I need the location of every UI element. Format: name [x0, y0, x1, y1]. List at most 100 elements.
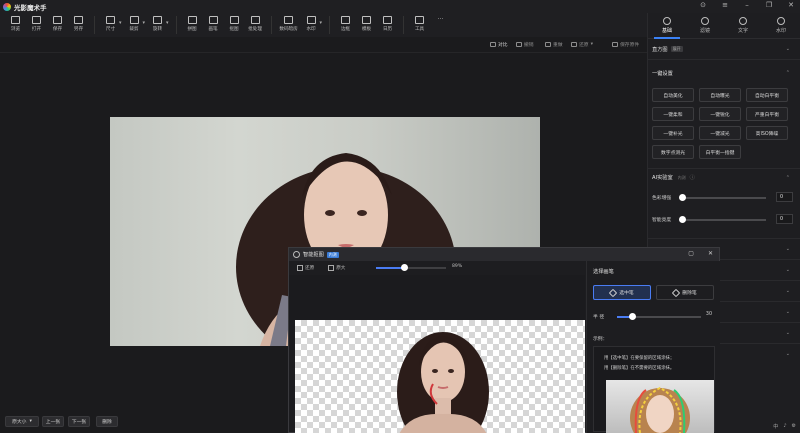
toolbar-divider	[403, 16, 405, 34]
toolbar-browse-button[interactable]: 浏览	[6, 13, 25, 35]
histogram-row[interactable]: 直方图 展开 ⌄	[648, 39, 800, 60]
toolbar-calendar-button[interactable]: 日历	[378, 13, 397, 35]
soften-button[interactable]: 一键柔和	[652, 107, 694, 121]
color-enhance-value-input[interactable]: 0	[776, 192, 793, 202]
close-icon[interactable]: ✕	[786, 1, 796, 9]
save-original-button[interactable]: 保存原件	[612, 41, 639, 48]
smart-brightness-slider-track[interactable]	[682, 219, 766, 221]
white-balance-one-touch-button[interactable]: 白平衡一指键	[699, 145, 741, 159]
zoom-slider-knob[interactable]	[401, 264, 408, 271]
zoom-select[interactable]: 原大小 ▾	[5, 416, 39, 427]
sound-icon[interactable]: ♪	[783, 423, 786, 430]
toolbar-save-as-button[interactable]: 另存	[69, 13, 88, 35]
example-hint-1: 用【选中笔】在要保留的区域涂抹；	[604, 356, 675, 361]
chevron-down-icon: ⌄	[785, 46, 790, 52]
sharpen-button[interactable]: 一键锐化	[699, 107, 741, 121]
minimize-icon[interactable]: –	[742, 1, 752, 9]
toolbar-brush-button[interactable]: 画笔	[204, 13, 223, 35]
window-controls: ⊙ ≡ – ❐ ✕	[698, 1, 796, 9]
toolbar-collage-button[interactable]: 拼图	[183, 13, 202, 35]
browse-icon	[11, 16, 20, 24]
cutout-portrait	[397, 332, 489, 433]
toolbar-rotate-button[interactable]: 旋转	[148, 13, 167, 35]
toolbar-resize-button[interactable]: 尺寸	[101, 13, 120, 35]
settings-circle-icon[interactable]: ⊙	[698, 1, 708, 9]
undo-button[interactable]: 撤销	[516, 41, 534, 48]
example-image	[606, 380, 714, 433]
restore-view-button[interactable]: 还原	[297, 265, 314, 271]
color-enhance-slider-track[interactable]	[682, 197, 766, 199]
auto-white-balance-button[interactable]: 自动白平衡	[746, 88, 788, 102]
smart-cutout-dialog: 智能抠图 内测 ▢ ✕ 还原 原大 89% 选择画笔 选中笔 删除笔 半 径 3…	[288, 247, 720, 433]
prev-image-button[interactable]: 上一张	[42, 416, 64, 427]
toolbar-open-button[interactable]: 打开	[27, 13, 46, 35]
save-icon	[53, 16, 62, 24]
tab-text[interactable]: 文字	[724, 13, 762, 38]
zoom-value: 89%	[452, 264, 463, 269]
panel-footer: 中 ♪ ⚙	[773, 423, 796, 430]
crop-icon	[129, 16, 139, 24]
resize-dropdown-icon[interactable]: ▾	[119, 20, 122, 26]
remove-brush-button[interactable]: 删除笔	[656, 285, 714, 300]
ai-lab-section-header[interactable]: AI实验室 内测 ⓘ ⌃	[648, 168, 800, 186]
high-iso-denoise-button[interactable]: 高ISO降噪	[746, 126, 788, 140]
auto-exposure-button[interactable]: 自动曝光	[699, 88, 741, 102]
toolbar-cutout-button[interactable]: 抠图	[225, 13, 244, 35]
chevron-down-icon: ⌄	[785, 246, 790, 252]
brush-size-slider-knob[interactable]	[629, 313, 637, 320]
toolbar-template-button[interactable]: 模板	[357, 13, 376, 35]
restore-button[interactable]: 还原 ▾	[571, 41, 593, 48]
main-toolbar: 浏览 打开 保存 另存 尺寸 ▾ 裁剪 ▾ 旋转 ▾ 拼图 画笔 抠图 批处理 …	[0, 13, 647, 37]
title-bar: 光影魔术手 ⊙ ≡ – ❐ ✕	[0, 0, 800, 13]
brush-panel-title: 选择画笔	[593, 269, 614, 275]
toolbar-darkroom-button[interactable]: 数码暗房	[278, 13, 300, 35]
maximize-icon[interactable]: ❐	[764, 1, 774, 9]
redo-button[interactable]: 重做	[545, 41, 563, 48]
reduce-light-button[interactable]: 一键减光	[699, 126, 741, 140]
tab-filter[interactable]: 滤镜	[686, 13, 724, 38]
select-brush-button[interactable]: 选中笔	[593, 285, 651, 300]
watermark-icon	[777, 17, 785, 25]
dialog-toolbar: 还原 原大 89%	[289, 261, 585, 275]
one-click-section-header[interactable]: 一键设置 ⌃	[648, 64, 800, 82]
toolbar-watermark-button[interactable]: 水印	[302, 13, 321, 35]
fill-light-button[interactable]: 一键补光	[652, 126, 694, 140]
open-folder-icon	[32, 16, 41, 24]
dialog-title-bar[interactable]: 智能抠图 内测 ▢ ✕	[289, 248, 719, 261]
template-icon	[362, 16, 372, 24]
close-icon[interactable]: ✕	[708, 250, 713, 257]
toolbar-border-button[interactable]: 边框	[336, 13, 355, 35]
tab-watermark[interactable]: 水印	[762, 13, 800, 38]
auto-beautify-button[interactable]: 自动美化	[652, 88, 694, 102]
watermark-icon	[306, 16, 316, 24]
original-size-button[interactable]: 原大	[328, 265, 345, 271]
maximize-icon[interactable]: ▢	[688, 250, 694, 257]
crop-dropdown-icon[interactable]: ▾	[143, 20, 146, 26]
toolbar-save-button[interactable]: 保存	[48, 13, 67, 35]
brush-panel: 选择画笔 选中笔 删除笔 半 径 30 示例： 用【选中笔】在要保留的区域涂抹；…	[586, 261, 720, 433]
tab-basic[interactable]: 基础	[648, 13, 686, 39]
next-image-button[interactable]: 下一张	[68, 416, 90, 427]
toolbar-batch-button[interactable]: 批处理	[246, 13, 265, 35]
spot-metering-button[interactable]: 数字点测光	[652, 145, 694, 159]
chevron-down-icon: ⌄	[785, 330, 790, 336]
rotate-dropdown-icon[interactable]: ▾	[166, 20, 169, 26]
delete-button[interactable]: 删除	[96, 416, 118, 427]
color-enhance-slider-knob[interactable]	[679, 194, 686, 201]
toolbar-more-button[interactable]: ···	[431, 13, 450, 35]
smart-brightness-value-input[interactable]: 0	[776, 214, 793, 224]
example-title: 示例：	[593, 337, 608, 342]
toolbar-crop-button[interactable]: 裁剪	[125, 13, 144, 35]
watermark-dropdown-icon[interactable]: ▾	[320, 20, 323, 26]
cutout-preview[interactable]	[295, 320, 585, 433]
strong-white-balance-button[interactable]: 严重白平衡	[746, 107, 788, 121]
cutout-icon	[229, 16, 239, 24]
panel-tabs: 基础 滤镜 文字 水印	[648, 13, 800, 39]
tools-icon	[415, 16, 425, 24]
smart-brightness-slider-knob[interactable]	[679, 216, 686, 223]
menu-icon[interactable]: ≡	[720, 1, 730, 9]
toolbar-tools-button[interactable]: 工具	[410, 13, 429, 35]
gear-icon[interactable]: ⚙	[792, 423, 796, 430]
language-icon[interactable]: 中	[773, 423, 778, 430]
compare-button[interactable]: 对比	[490, 41, 508, 48]
